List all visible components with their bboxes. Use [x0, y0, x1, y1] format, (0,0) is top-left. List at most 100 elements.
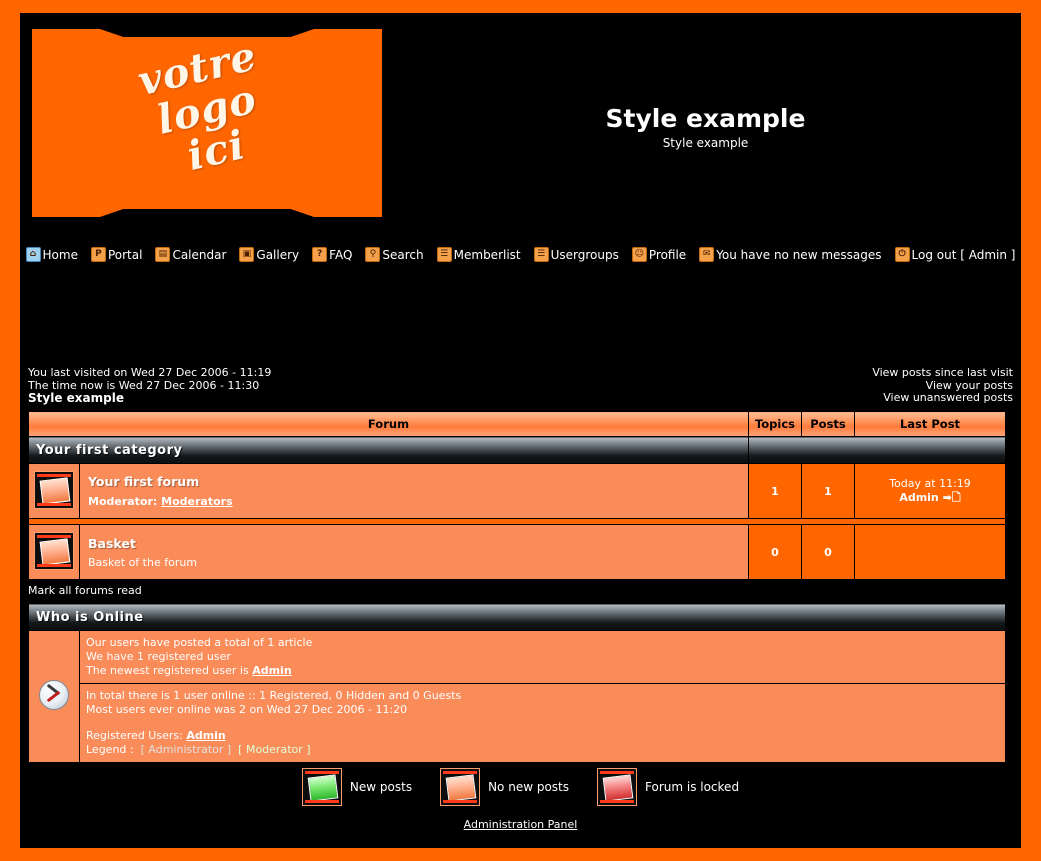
- newest-user-link[interactable]: Admin: [252, 664, 291, 677]
- nav-item-label: Gallery: [256, 247, 300, 262]
- administration-panel-link[interactable]: Administration Panel: [464, 818, 578, 831]
- nav-item-label: Search: [382, 247, 424, 262]
- column-header-posts: Posts: [801, 411, 855, 437]
- who-is-online-detail-row: In total there is 1 user online :: 1 Reg…: [29, 683, 1006, 763]
- gallery-icon: ▣: [239, 247, 255, 262]
- nav-item-label: Home: [42, 247, 78, 262]
- forum-status-icon-cell: [28, 463, 80, 519]
- nav-item-you-have-no-new-messages[interactable]: ✉ You have no new messages: [699, 247, 882, 262]
- legend-item-label: Forum is locked: [645, 780, 740, 794]
- board-name: Style example: [28, 391, 124, 405]
- who-is-online-icon-cell: [28, 630, 80, 763]
- locked-forum-icon: [597, 768, 637, 806]
- total-articles-text: Our users have posted a total of 1 artic…: [86, 636, 313, 649]
- new-posts-icon: [301, 768, 342, 806]
- last-post-author-name[interactable]: Admin: [899, 491, 938, 504]
- profile-icon: ☺: [631, 247, 647, 262]
- nav-item-label: Profile: [648, 247, 687, 262]
- who-is-online-title: Who is Online: [28, 603, 1006, 631]
- no-new-posts-icon: [440, 768, 481, 806]
- forum-info-cell: Basket Basket of the forum: [79, 524, 749, 580]
- nav-item-gallery[interactable]: ▣ Gallery: [239, 247, 299, 262]
- site-header: votre logo ici Style example Style examp…: [20, 13, 1021, 218]
- administration-panel-block: Administration Panel: [20, 813, 1021, 832]
- forum-row: Your first forum Moderator: Moderators 1…: [28, 463, 1006, 519]
- forum-link[interactable]: Your first forum: [88, 474, 199, 489]
- legend-line: Legend : [ Administrator ] [ Moderator ]: [86, 743, 1005, 757]
- messages-icon: ✉: [699, 247, 715, 262]
- forum-topics-count: 0: [748, 524, 802, 580]
- legend-item-label: New posts: [349, 780, 413, 794]
- nav-item-label: Memberlist: [453, 247, 521, 262]
- nav-item-memberlist[interactable]: ☰ Memberlist: [436, 247, 521, 262]
- site-logo[interactable]: votre logo ici: [32, 29, 382, 217]
- column-header-forum: Forum: [28, 411, 749, 437]
- nav-item-label: Usergroups: [550, 247, 619, 262]
- page-title: Style example: [605, 104, 806, 133]
- visit-info-links: View posts since last visit View your po…: [872, 366, 1013, 405]
- portal-icon: P: [90, 247, 106, 262]
- board-stats-cell: Our users have posted a total of 1 artic…: [79, 630, 1006, 684]
- nav-item-portal[interactable]: P Portal: [90, 247, 143, 262]
- view-posts-since-last-visit-link[interactable]: View posts since last visit: [872, 366, 1013, 380]
- legend-label: Legend :: [86, 743, 134, 756]
- nav-item-search[interactable]: ⚲ Search: [365, 247, 424, 262]
- legend-item: Forum is locked: [597, 768, 739, 806]
- search-icon: ⚲: [365, 247, 381, 262]
- category-title[interactable]: Your first category: [28, 436, 749, 464]
- page-content: votre logo ici Style example Style examp…: [20, 13, 1021, 848]
- registered-users-count-text: We have 1 registered user: [86, 650, 231, 663]
- moderators-link[interactable]: Moderators: [161, 495, 232, 508]
- column-header-last-post: Last Post: [854, 411, 1006, 437]
- legend-administrator: [ Administrator ]: [140, 743, 232, 756]
- page-root: votre logo ici Style example Style examp…: [0, 0, 1041, 861]
- logo-text: votre logo ici: [22, 13, 391, 211]
- nav-item-calendar[interactable]: ▤ Calendar: [155, 247, 226, 262]
- goto-last-post-icon[interactable]: ➡🗋: [943, 491, 961, 504]
- legend-item-label: No new posts: [488, 780, 569, 794]
- forum-link[interactable]: Basket: [88, 536, 136, 551]
- nav-item-label: FAQ: [329, 247, 353, 262]
- registered-users-line: Registered Users: Admin: [86, 729, 1005, 743]
- forum-posts-count: 0: [801, 524, 855, 580]
- nav-item-profile[interactable]: ☺ Profile: [631, 247, 687, 262]
- mark-all-forums-read-link[interactable]: Mark all forums read: [28, 584, 142, 597]
- usergroups-icon: ☰: [533, 247, 549, 262]
- forum-list-table: Forum Topics Posts Last Post Your first …: [28, 411, 1006, 580]
- nav-item-log-out-admin[interactable]: ⏻ Log out [ Admin ]: [894, 247, 1016, 262]
- nav-item-usergroups[interactable]: ☰ Usergroups: [533, 247, 619, 262]
- newest-user-text: The newest registered user is Admin: [86, 664, 1005, 678]
- home-icon: ⌂: [25, 247, 41, 262]
- who-is-online-table: Who is Online Our users have posted a to…: [28, 603, 1006, 763]
- nav-item-faq[interactable]: ? FAQ: [312, 247, 352, 262]
- who-is-online-stats-row: Our users have posted a total of 1 artic…: [28, 630, 1006, 763]
- newest-user-prefix: The newest registered user is: [86, 664, 253, 677]
- category-spacer: [748, 436, 1006, 464]
- forum-moderator-line: Moderator: Moderators: [88, 495, 748, 508]
- forum-last-post-cell: [854, 524, 1006, 580]
- nav-item-label: Portal: [107, 247, 143, 262]
- forum-topics-count: 1: [748, 463, 802, 519]
- nav-item-home[interactable]: ⌂ Home: [25, 247, 78, 262]
- last-post-time: Today at 11:19: [889, 477, 971, 490]
- faq-icon: ?: [312, 247, 328, 262]
- forum-last-post-cell: Today at 11:19 Admin ➡🗋: [854, 463, 1006, 519]
- registered-user-link[interactable]: Admin: [186, 729, 225, 742]
- nav-item-label: Log out [ Admin ]: [911, 247, 1016, 262]
- last-visited-text: You last visited on Wed 27 Dec 2006 - 11…: [28, 366, 272, 379]
- logout-icon: ⏻: [894, 247, 910, 262]
- forum-status-legend: New posts No new posts Forum is locked: [20, 768, 1021, 806]
- nav-item-label: Calendar: [172, 247, 227, 262]
- last-post-author: Admin ➡🗋: [855, 491, 1005, 505]
- site-title-block: Style example Style example: [400, 105, 1011, 152]
- no-new-posts-icon: [34, 531, 74, 570]
- legend-item: New posts: [301, 768, 413, 806]
- column-header-topics: Topics: [748, 411, 802, 437]
- visit-info-left: You last visited on Wed 27 Dec 2006 - 11…: [28, 366, 272, 405]
- no-new-posts-icon: [34, 470, 74, 509]
- nav-item-label: You have no new messages: [716, 247, 882, 262]
- forum-status-icon-cell: [28, 524, 80, 580]
- forum-info-cell: Your first forum Moderator: Moderators: [79, 463, 749, 519]
- view-unanswered-posts-link[interactable]: View unanswered posts: [872, 391, 1013, 405]
- visit-info-bar: You last visited on Wed 27 Dec 2006 - 11…: [20, 366, 1021, 407]
